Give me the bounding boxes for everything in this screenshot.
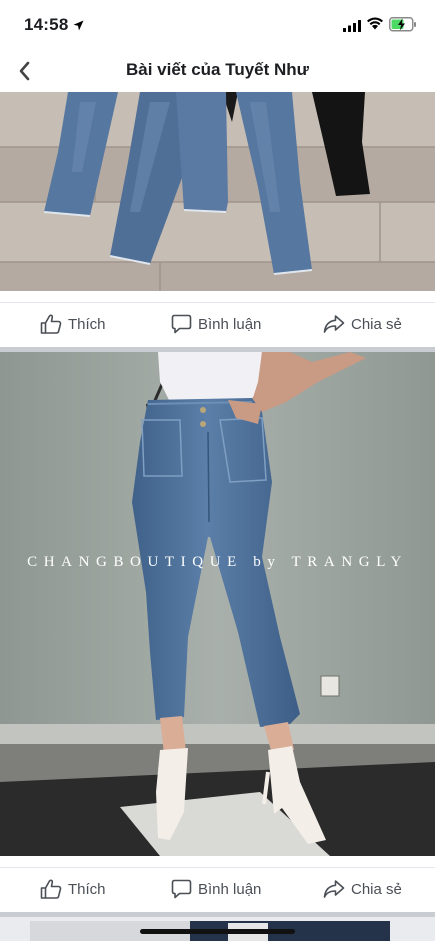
like-button[interactable]: Thích — [40, 314, 106, 334]
comment-button[interactable]: Bình luận — [171, 314, 261, 334]
share-button[interactable]: Chia sẻ — [323, 314, 402, 334]
comment-bubble-icon — [171, 879, 192, 899]
share-label: Chia sẻ — [351, 315, 402, 333]
thumbs-up-icon — [40, 314, 62, 334]
home-indicator[interactable] — [140, 929, 295, 934]
thumbs-up-icon — [40, 879, 62, 899]
comment-button[interactable]: Bình luận — [171, 879, 261, 899]
comment-bubble-icon — [171, 314, 192, 334]
post-action-bar: Thích Bình luận Chia sẻ — [0, 867, 435, 913]
battery-charging-icon — [389, 17, 417, 37]
share-arrow-icon — [323, 880, 345, 898]
post-photo-model-jeans[interactable]: CHANGBOUTIQUE by TRANGLY — [0, 352, 435, 856]
post-photo-flatlay-jeans[interactable] — [0, 92, 435, 291]
status-bar: 14:58 — [0, 0, 435, 50]
signal-icon — [343, 19, 362, 37]
wifi-icon — [366, 16, 384, 35]
like-button[interactable]: Thích — [40, 879, 106, 899]
post-action-bar: Thích Bình luận Chia sẻ — [0, 302, 435, 348]
like-label: Thích — [68, 315, 106, 333]
status-time: 14:58 — [24, 15, 69, 34]
share-button[interactable]: Chia sẻ — [323, 879, 402, 899]
like-label: Thích — [68, 880, 106, 898]
comment-label: Bình luận — [198, 880, 262, 898]
location-arrow-icon — [73, 18, 84, 36]
comment-label: Bình luận — [198, 315, 262, 333]
nav-bar: Bài viết của Tuyết Như — [0, 50, 435, 92]
share-label: Chia sẻ — [351, 880, 402, 898]
page-title: Bài viết của Tuyết Như — [126, 60, 309, 79]
share-arrow-icon — [323, 315, 345, 333]
watermark-text: CHANGBOUTIQUE by TRANGLY — [27, 554, 408, 570]
